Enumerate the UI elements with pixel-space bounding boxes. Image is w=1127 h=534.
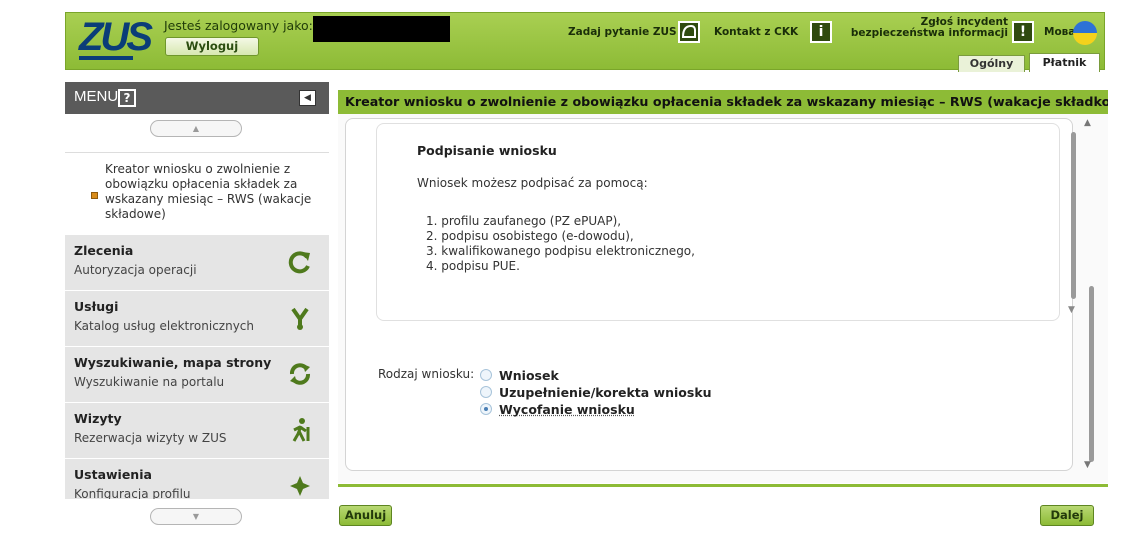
sidebar-current-item[interactable]: Kreator wniosku o zwolnienie z obowiązku… — [65, 152, 329, 234]
radio-option-withdrawal[interactable]: Wycofanie wniosku — [480, 401, 635, 417]
report-incident-link[interactable]: Zgłoś incydent bezpieczeństwa informacji — [848, 17, 1008, 39]
signing-methods-list: 1. profilu zaufanego (PZ ePUAP), 2. podp… — [426, 214, 695, 274]
sidebar-item-search[interactable]: Wyszukiwanie, mapa strony Wyszukiwanie n… — [65, 346, 329, 402]
ukrainian-flag-icon[interactable] — [1073, 21, 1097, 45]
request-kind-label: Rodzaj wniosku: — [378, 367, 475, 381]
ask-zus-link[interactable]: Zadaj pytanie ZUS — [568, 26, 677, 38]
menu-scroll-down-button[interactable]: ▼ — [150, 508, 242, 525]
sidebar-item-subtitle: Konfiguracja profilu — [74, 487, 191, 499]
ckk-contact-link[interactable]: Kontakt z CKK — [714, 26, 798, 38]
alert-icon[interactable]: ! — [1012, 21, 1034, 43]
form-container: Podpisanie wniosku Wniosek możesz podpis… — [345, 118, 1076, 471]
info-scroll-down-icon[interactable]: ▼ — [1068, 305, 1075, 315]
radio-option-request[interactable]: Wniosek — [480, 367, 559, 383]
zus-logo[interactable]: ZUS — [79, 15, 153, 60]
radio-label[interactable]: Uzupełnienie/korekta wniosku — [499, 385, 712, 400]
list-item: 4. podpisu PUE. — [426, 259, 520, 273]
sidebar-item-title: Wizyty — [74, 411, 122, 426]
sidebar-item-services[interactable]: Usługi Katalog usług elektronicznych — [65, 290, 329, 346]
help-icon[interactable]: ? — [118, 89, 136, 107]
sidebar-item-title: Ustawienia — [74, 467, 152, 482]
services-icon — [286, 305, 314, 333]
redacted-username — [313, 16, 450, 42]
sidebar-current-label: Kreator wniosku o zwolnienie z obowiązku… — [105, 162, 312, 221]
info-scrollbar-thumb[interactable] — [1071, 132, 1076, 299]
info-icon[interactable]: i — [810, 21, 832, 43]
scroll-up-icon[interactable]: ▲ — [1084, 118, 1091, 128]
list-item: 2. podpisu osobistego (e-dowodu), — [426, 229, 634, 243]
radio-option-correction[interactable]: Uzupełnienie/korekta wniosku — [480, 384, 712, 400]
refresh-icon — [286, 249, 314, 277]
signing-info-box: Podpisanie wniosku Wniosek możesz podpis… — [376, 123, 1076, 321]
logged-in-label: Jesteś zalogowany jako: — [164, 18, 313, 33]
search-sync-icon — [286, 361, 314, 389]
sidebar-item-settings[interactable]: Ustawienia Konfiguracja profilu — [65, 458, 329, 499]
top-header: ZUS Jesteś zalogowany jako: Wyloguj Zada… — [65, 12, 1105, 72]
radio-button-selected[interactable] — [480, 403, 492, 415]
menu-title: MENU — [74, 88, 119, 105]
main-scrollbar-thumb[interactable] — [1089, 286, 1094, 462]
radio-button[interactable] — [480, 369, 492, 381]
form-panel: Podpisanie wniosku Wniosek możesz podpis… — [338, 114, 1108, 483]
sidebar-item-subtitle: Rezerwacja wizyty w ZUS — [74, 431, 227, 445]
list-item: 1. profilu zaufanego (PZ ePUAP), — [426, 214, 622, 228]
sidebar-item-visits[interactable]: Wizyty Rezerwacja wizyty w ZUS — [65, 402, 329, 458]
walking-person-icon — [286, 417, 314, 445]
radio-label[interactable]: Wycofanie wniosku — [499, 402, 635, 417]
tab-general[interactable]: Ogólny — [958, 55, 1025, 72]
bullet-icon — [91, 192, 98, 199]
sidebar-item-subtitle: Autoryzacja operacji — [74, 263, 197, 277]
radio-button[interactable] — [480, 386, 492, 398]
sidebar-item-title: Usługi — [74, 299, 119, 314]
sidebar-item-title: Wyszukiwanie, mapa strony — [74, 355, 272, 370]
divider — [338, 484, 1108, 487]
incident-line-2: bezpieczeństwa informacji — [850, 27, 1008, 39]
sidebar-item-subtitle: Wyszukiwanie na portalu — [74, 375, 225, 389]
list-item: 3. kwalifikowanego podpisu elektroniczne… — [426, 244, 695, 258]
cancel-button[interactable]: Anuluj — [339, 505, 392, 526]
scroll-down-icon[interactable]: ▼ — [1084, 460, 1091, 470]
language-label[interactable]: Мова — [1044, 26, 1075, 38]
sidebar-item-title: Zlecenia — [74, 243, 134, 258]
logo-text: ZUS — [79, 15, 153, 59]
logo-underline — [79, 56, 133, 60]
chat-icon[interactable] — [678, 21, 700, 43]
sidebar-item-orders[interactable]: Zlecenia Autoryzacja operacji — [65, 234, 329, 290]
radio-label[interactable]: Wniosek — [499, 368, 559, 383]
signing-heading: Podpisanie wniosku — [417, 143, 557, 158]
next-button[interactable]: Dalej — [1040, 505, 1094, 526]
puzzle-icon — [286, 473, 314, 499]
logout-button[interactable]: Wyloguj — [165, 37, 259, 56]
collapse-menu-icon[interactable]: ◀ — [299, 90, 316, 106]
menu-header: MENU ? ◀ — [65, 82, 329, 114]
tab-payer[interactable]: Płatnik — [1029, 53, 1100, 72]
sidebar-item-subtitle: Katalog usług elektronicznych — [74, 319, 254, 333]
signing-intro: Wniosek możesz podpisać za pomocą: — [417, 176, 648, 190]
page-title: Kreator wniosku o zwolnienie z obowiązku… — [338, 90, 1108, 114]
menu-scroll-up-button[interactable]: ▲ — [150, 120, 242, 137]
